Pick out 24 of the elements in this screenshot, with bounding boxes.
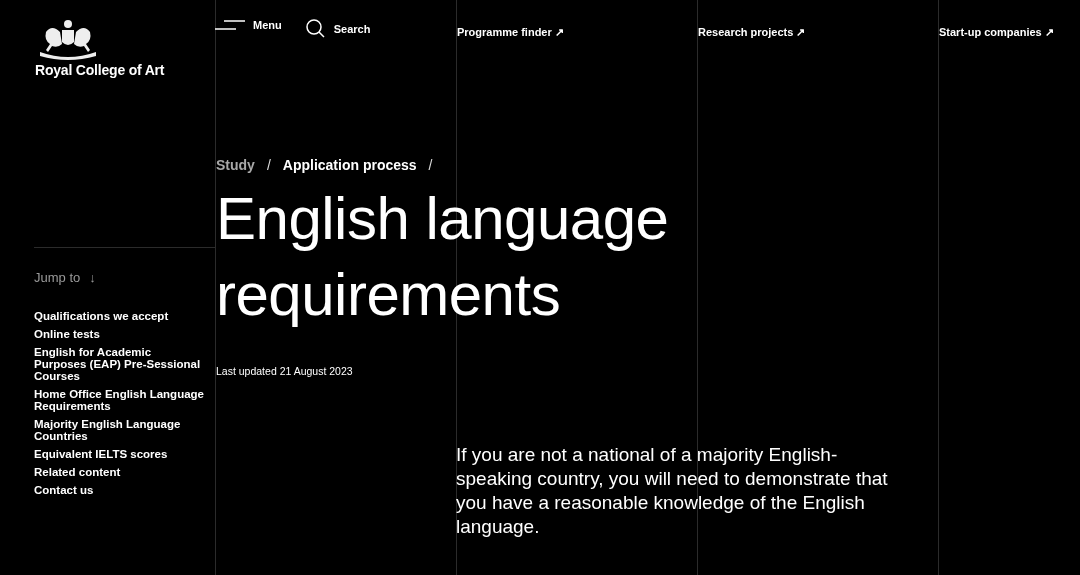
jump-to-label: Jump to ↓ [34,270,97,285]
breadcrumb-separator: / [266,157,271,173]
breadcrumb-separator: / [428,157,433,173]
search-button[interactable]: Search [305,19,371,39]
nav-link[interactable]: Programme finder ↗ [457,26,564,38]
sidebar-link[interactable]: Online tests [34,328,206,340]
breadcrumb-link[interactable]: Application process [282,157,417,173]
sidebar-link[interactable]: Majority English Language Countries [34,418,206,442]
menu-icon [215,19,245,31]
sidebar-link[interactable]: Qualifications we accept [34,310,206,322]
nav-link[interactable]: Research projects ↗ [698,26,806,38]
menu-button[interactable]: Menu [215,19,282,31]
logo-text[interactable]: Royal College of Art [35,62,165,78]
sidebar-link[interactable]: Home Office English Language Requirements [34,388,206,412]
search-icon [305,19,326,39]
sidebar-link[interactable]: English for Academic Purposes (EAP) Pre-Sessional Courses [34,346,206,382]
intro-paragraph: If you are not a national of a majority English-speaking country, you will need to demonstrate that you have a reasonable knowledge of the English language. [456,443,889,539]
sidebar-link[interactable]: Related content [34,466,206,478]
nav-link[interactable]: Start-up companies ↗ [939,26,1054,38]
last-updated: Last updated 21 August 2023 [216,365,354,377]
breadcrumb-link[interactable]: Study [216,157,255,173]
sidebar-link[interactable]: Contact us [34,484,206,496]
sidebar-link[interactable]: Equivalent IELTS scores [34,448,206,460]
page-title: English language requirements [216,184,670,330]
